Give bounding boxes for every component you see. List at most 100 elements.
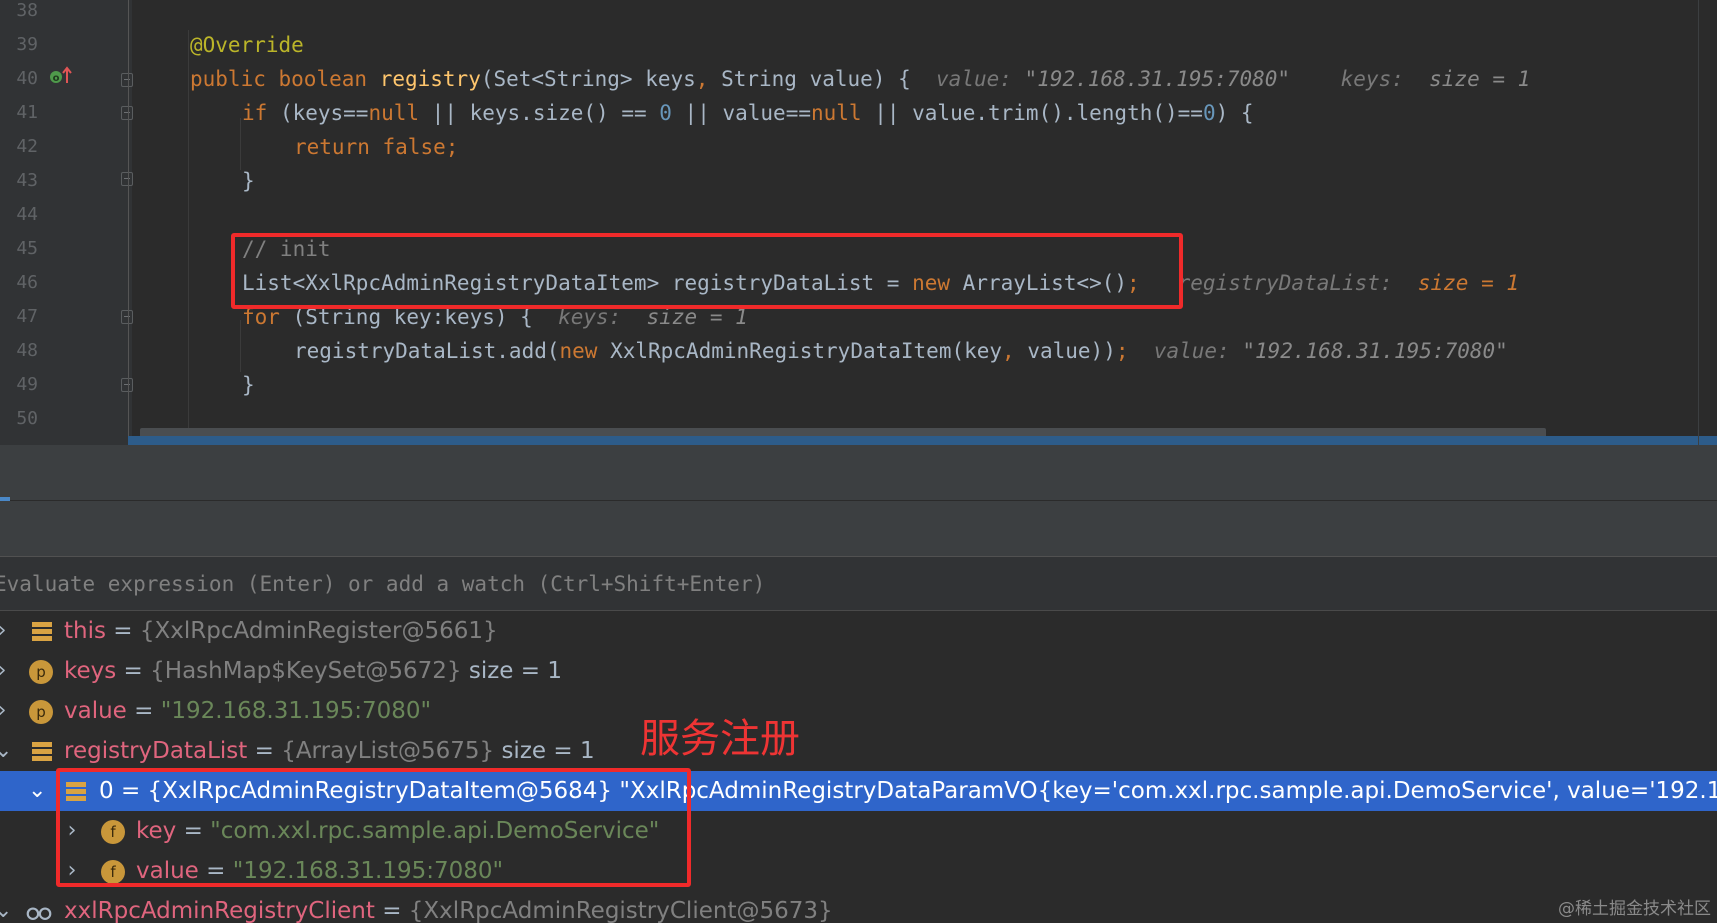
code-token: XxlRpcAdminRegistryDataItem(key [597,339,1003,363]
expand-arrow-icon[interactable]: › [0,611,10,651]
editor-right-margin [1698,0,1699,445]
code-token: (Set<String> keys [480,67,696,91]
code-token: } [242,169,255,193]
line-number: 45 [16,238,38,259]
field-list-icon [32,742,52,761]
expand-arrow-icon[interactable]: › [0,651,10,691]
variable-extra: "XxlRpcAdminRegistryDataParamVO{key='com… [619,778,1717,804]
collapse-arrow-icon[interactable]: ⌄ [0,891,12,923]
collapse-arrow-icon[interactable]: ⌄ [0,731,12,771]
parameter-icon: p [29,700,53,724]
variable-name: this [64,618,106,644]
watch-icon [26,907,52,921]
number-token: 0 [1202,101,1216,125]
code-token: ) { [1215,101,1254,125]
inline-debug-hint-label: value: [936,67,1025,91]
fold-marker-icon[interactable] [121,172,133,186]
variable-name: keys [64,658,117,684]
fold-marker-icon[interactable] [121,310,133,324]
execution-line-highlight [128,436,1717,445]
code-token: (keys== [267,101,369,125]
keyword-token: if [242,101,268,125]
code-line-49: } [140,368,1717,402]
parameter-icon-letter: p [36,703,46,721]
highlight-box-init-list [231,233,1183,309]
fold-marker-icon[interactable] [121,378,133,392]
keyword-token: null [368,101,420,125]
line-number: 41 [16,102,38,123]
keyword-token: boolean [278,67,368,91]
line-number: 47 [16,306,38,327]
variable-equals: = [374,898,409,923]
line-number: 50 [16,408,38,429]
variable-value: {XxlRpcAdminRegister@5661} [139,618,498,644]
gutter-divider [128,0,129,445]
collapse-arrow-icon[interactable]: ⌄ [28,771,46,811]
method-name-token: registry [379,67,481,91]
variable-value: "192.168.31.195:7080" [160,698,432,724]
variable-row[interactable]: › p value = "192.168.31.195:7080" [0,691,1717,731]
inline-debug-hint-label: keys: [1340,67,1430,91]
line-number-gutter[interactable]: 38 39 40 41 42 43 44 45 46 47 48 49 50 o [0,0,133,445]
keyword-token: false [382,135,446,159]
punctuation-token: , [695,67,709,91]
variable-row[interactable]: ⌄ xxlRpcAdminRegistryClient = {XxlRpcAdm… [0,891,1717,923]
code-line-43: } [140,164,1717,198]
annotation-label: 服务注册 [640,716,800,762]
keyword-token: null [810,101,862,125]
override-method-icon[interactable]: o [48,66,74,86]
parameter-icon-letter: p [36,663,46,681]
code-token: value)) [1014,339,1116,363]
variable-row[interactable]: › this = {XxlRpcAdminRegister@5661} [0,611,1717,651]
keyword-token: public [190,67,266,91]
line-number: 43 [16,170,38,191]
line-number: 42 [16,136,38,157]
variable-value: {XxlRpcAdminRegistryClient@5673} [408,898,833,923]
variable-name: registryDataList [64,738,248,764]
inline-debug-hint-value: size = 1 [1417,271,1520,295]
code-token: || value== [671,101,811,125]
code-token: || keys.size() == [419,101,660,125]
evaluate-expression-input[interactable]: Evaluate expression (Enter) or add a wat… [0,557,765,611]
code-area[interactable]: @Override public boolean registry(Set<St… [140,0,1717,445]
line-number: 38 [16,0,38,21]
variable-row[interactable]: ⌄ registryDataList = {ArrayList@5675} si… [0,731,1717,771]
inline-debug-hint-value: "192.168.31.195:7080" [1242,339,1508,363]
variable-value: {ArrayList@5675} [281,738,495,764]
number-token: 0 [659,101,672,125]
expand-arrow-icon[interactable]: › [0,691,10,731]
variable-equals: = [116,658,151,684]
keyword-token: return [294,135,370,159]
inline-debug-hint-label: value: [1153,339,1243,363]
highlight-box-registered-item [56,768,691,887]
keyword-token: new [559,339,598,363]
code-editor[interactable]: 38 39 40 41 42 43 44 45 46 47 48 49 50 o… [0,0,1717,445]
variable-row[interactable]: › p keys = {HashMap$KeySet@5672} size = … [0,651,1717,691]
inline-debug-hint-label: registryDataList: [1177,271,1418,295]
inline-debug-hint-value: size = 1 [1429,67,1531,91]
watermark: @稀土掘金技术社区 [1558,899,1711,919]
line-number: 44 [16,204,38,225]
evaluate-expression-bar[interactable]: Evaluate expression (Enter) or add a wat… [0,557,1717,611]
code-line-39: @Override [140,28,1717,62]
code-token: registryDataList.add( [294,339,560,363]
fold-marker-icon[interactable] [121,73,133,87]
variable-equals: = [247,738,282,764]
annotation-token: @Override [190,33,304,57]
variable-name: value [64,698,127,724]
debugger-toolbar[interactable] [0,445,1717,501]
line-number: 39 [16,34,38,55]
code-token: } [242,373,255,397]
code-line-42: return false; [140,130,1717,164]
line-number: 46 [16,272,38,293]
variable-equals: = [126,698,161,724]
variable-extra: size = 1 [461,658,562,684]
variable-equals: = [105,618,140,644]
code-line-40: public boolean registry(Set<String> keys… [140,62,1717,96]
inline-debug-hint-value: "192.168.31.195:7080" [1024,67,1291,91]
debugger-subtoolbar[interactable] [0,501,1717,557]
punctuation-token: ; [1115,339,1129,363]
line-number: 40 [16,68,38,89]
variable-value: {HashMap$KeySet@5672} [150,658,462,684]
fold-marker-icon[interactable] [121,106,133,120]
